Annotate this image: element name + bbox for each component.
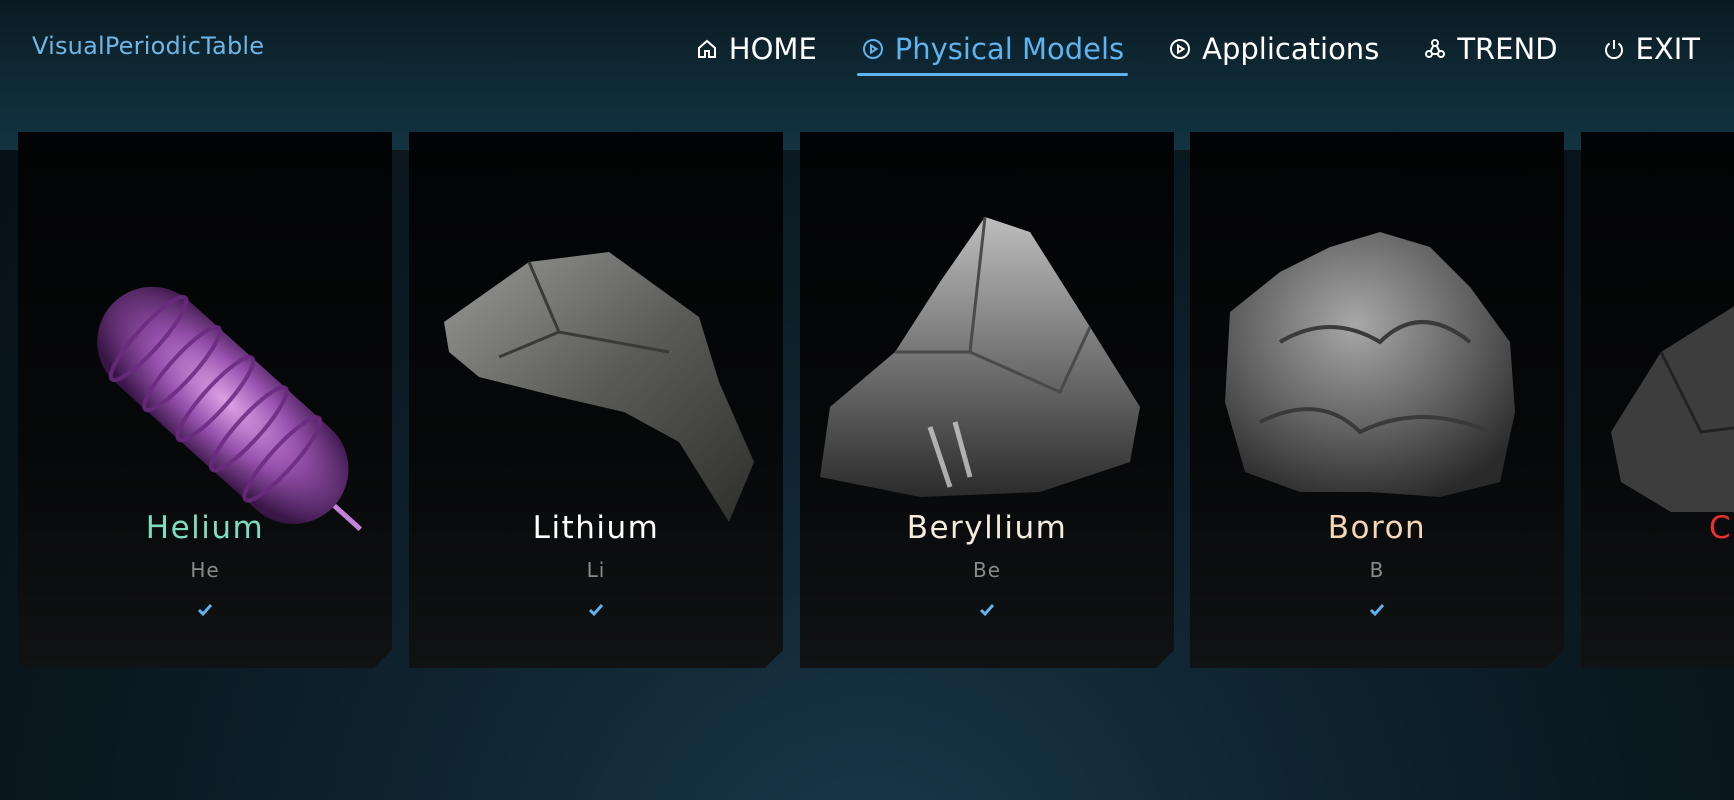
main-nav: HOME Physical Models Applications TREND …: [695, 26, 1700, 76]
nav-trend[interactable]: TREND: [1423, 26, 1558, 72]
element-symbol: B: [1369, 558, 1385, 582]
boron-lumps-image: [1190, 192, 1564, 552]
helium-tube-image: [18, 192, 392, 552]
element-name: Boron: [1327, 510, 1427, 546]
lithium-chunk-image: [409, 192, 783, 552]
power-icon: [1604, 40, 1623, 60]
element-name: Beryllium: [906, 510, 1068, 546]
nav-trend-label: TREND: [1457, 32, 1558, 66]
element-symbol: Be: [972, 558, 1002, 582]
app-brand: VisualPeriodicTable: [32, 32, 265, 60]
element-card-lithium[interactable]: Lithium Li: [409, 132, 783, 668]
beryllium-crystal-image: [800, 192, 1174, 552]
nav-exit-label: EXIT: [1635, 32, 1700, 66]
check-icon: [586, 600, 606, 620]
element-card-beryllium[interactable]: Beryllium Be: [800, 132, 1174, 668]
nav-physical-models[interactable]: Physical Models: [856, 26, 1129, 76]
check-icon: [195, 600, 215, 620]
molecule-icon: [1425, 39, 1446, 58]
nav-home-label: HOME: [728, 32, 817, 66]
nav-physical-models-label: Physical Models: [894, 32, 1125, 66]
carbon-partial-image: [1581, 192, 1734, 552]
check-icon: [977, 600, 997, 620]
home-icon: [697, 39, 716, 58]
element-card-partial[interactable]: C: [1581, 132, 1734, 668]
element-name: Helium: [145, 510, 265, 546]
element-carousel: Helium He Lithium Li Beryllium Be Boron …: [0, 130, 1734, 670]
element-symbol: He: [190, 558, 220, 582]
nav-applications-label: Applications: [1202, 32, 1380, 66]
element-name: Lithium: [532, 510, 660, 546]
check-icon: [1367, 600, 1387, 620]
element-card-helium[interactable]: Helium He: [18, 132, 392, 668]
nav-exit[interactable]: EXIT: [1602, 26, 1700, 72]
element-card-boron[interactable]: Boron B: [1190, 132, 1564, 668]
element-symbol: Li: [586, 558, 606, 582]
play-circle-icon: [1170, 39, 1191, 59]
element-name: C: [1709, 510, 1733, 546]
nav-applications[interactable]: Applications: [1168, 26, 1379, 72]
nav-home[interactable]: HOME: [695, 26, 817, 72]
play-circle-icon: [862, 39, 883, 59]
